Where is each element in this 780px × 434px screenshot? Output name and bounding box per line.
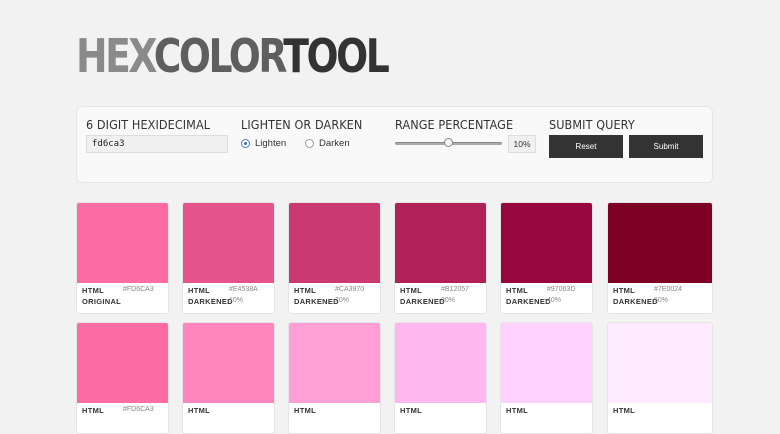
- range-percent-display: 10%: [508, 135, 536, 153]
- color-swatch-card: HTML: [182, 322, 275, 434]
- swatch-type-label: DARKENED: [294, 297, 339, 306]
- swatch-type-label: DARKENED: [188, 297, 233, 306]
- color-swatch: [289, 323, 380, 403]
- hex-input[interactable]: [86, 135, 228, 153]
- swatch-hex-value: #B12057: [441, 286, 470, 293]
- swatch-hex-value: #FD6CA3: [123, 286, 154, 293]
- color-swatch: [183, 323, 274, 403]
- app-logo: HEXCOLORTOOL: [76, 29, 390, 83]
- color-swatch: [77, 203, 168, 283]
- reset-button[interactable]: Reset: [549, 135, 623, 158]
- lighten-label: Lighten: [255, 138, 287, 149]
- color-swatch-card: HTML #FD6CA3: [76, 322, 169, 434]
- color-swatch-card: HTML DARKENED #CA3970 20%: [288, 202, 381, 314]
- color-swatch: [608, 323, 712, 403]
- swatch-html-label: HTML: [188, 286, 211, 295]
- swatch-percent: 50%: [654, 297, 669, 304]
- hex-field-title: 6 DIGIT HEXIDECIMAL: [86, 117, 211, 132]
- color-swatch-card: HTML: [288, 322, 381, 434]
- color-swatch: [501, 323, 592, 403]
- color-swatch-card: HTML: [394, 322, 487, 434]
- swatch-info: HTML: [289, 403, 380, 433]
- submit-button[interactable]: Submit: [629, 135, 703, 158]
- swatch-info: HTML DARKENED #97063D 40%: [501, 283, 592, 313]
- swatch-info: HTML: [395, 403, 486, 433]
- swatch-info: HTML DARKENED #B12057 30%: [395, 283, 486, 313]
- lighten-radio[interactable]: Lighten: [241, 138, 286, 149]
- swatch-html-label: HTML: [400, 406, 423, 415]
- darken-label: Darken: [319, 138, 350, 149]
- swatch-percent: 30%: [441, 297, 456, 304]
- color-swatch-card: HTML: [500, 322, 593, 434]
- swatch-hex-value: #CA3970: [335, 286, 365, 293]
- color-swatch: [395, 203, 486, 283]
- mode-title: LIGHTEN OR DARKEN: [241, 117, 363, 132]
- swatch-html-label: HTML: [188, 406, 211, 415]
- swatch-hex-value: #E4538A: [229, 286, 258, 293]
- swatch-type-label: ORIGINAL: [82, 297, 122, 306]
- swatch-info: HTML: [183, 403, 274, 433]
- swatch-html-label: HTML: [613, 286, 636, 295]
- swatch-html-label: HTML: [82, 286, 105, 295]
- swatch-type-label: DARKENED: [400, 297, 445, 306]
- color-swatch-card: HTML ORIGINAL #FD6CA3: [76, 202, 169, 314]
- color-swatch-card: HTML DARKENED #E4538A 10%: [182, 202, 275, 314]
- swatch-info: HTML DARKENED #E4538A 10%: [183, 283, 274, 313]
- swatch-html-label: HTML: [506, 406, 529, 415]
- swatch-html-label: HTML: [400, 286, 423, 295]
- swatch-info: HTML: [608, 403, 712, 433]
- color-swatch: [501, 203, 592, 283]
- color-swatch: [289, 203, 380, 283]
- darken-radio-dot[interactable]: [305, 139, 314, 148]
- range-slider-thumb[interactable]: [444, 138, 453, 147]
- swatch-html-label: HTML: [506, 286, 529, 295]
- submit-title: SUBMIT QUERY: [549, 117, 635, 132]
- swatch-info: HTML #FD6CA3: [77, 403, 168, 433]
- swatch-html-label: HTML: [294, 286, 317, 295]
- swatch-hex-value: #97063D: [547, 286, 576, 293]
- swatch-info: HTML DARKENED #CA3970 20%: [289, 283, 380, 313]
- swatch-hex-value: #7E0024: [654, 286, 683, 293]
- swatch-percent: 40%: [547, 297, 562, 304]
- swatch-info: HTML DARKENED #7E0024 50%: [608, 283, 712, 313]
- color-swatch: [395, 323, 486, 403]
- color-swatch: [77, 323, 168, 403]
- logo-part-tool: TOOL: [283, 29, 390, 83]
- swatch-type-label: DARKENED: [506, 297, 551, 306]
- swatch-percent: 20%: [335, 297, 350, 304]
- swatch-html-label: HTML: [613, 406, 636, 415]
- query-form-panel: 6 DIGIT HEXIDECIMAL LIGHTEN OR DARKEN Li…: [76, 106, 713, 183]
- lighten-radio-dot[interactable]: [241, 139, 250, 148]
- color-swatch-card: HTML DARKENED #B12057 30%: [394, 202, 487, 314]
- swatch-info: HTML ORIGINAL #FD6CA3: [77, 283, 168, 313]
- color-swatch: [608, 203, 712, 283]
- darken-radio[interactable]: Darken: [305, 138, 350, 149]
- range-title: RANGE PERCENTAGE: [395, 117, 514, 132]
- swatch-html-label: HTML: [294, 406, 317, 415]
- swatch-html-label: HTML: [82, 406, 105, 415]
- color-swatch-card: HTML: [607, 322, 713, 434]
- color-swatch-card: HTML DARKENED #97063D 40%: [500, 202, 593, 314]
- swatch-info: HTML: [501, 403, 592, 433]
- logo-part-hex: HEX: [76, 29, 156, 83]
- swatch-percent: 10%: [229, 297, 244, 304]
- color-swatch-card: HTML DARKENED #7E0024 50%: [607, 202, 713, 314]
- logo-part-color: COLOR: [153, 29, 286, 83]
- swatch-type-label: DARKENED: [613, 297, 658, 306]
- color-swatch: [183, 203, 274, 283]
